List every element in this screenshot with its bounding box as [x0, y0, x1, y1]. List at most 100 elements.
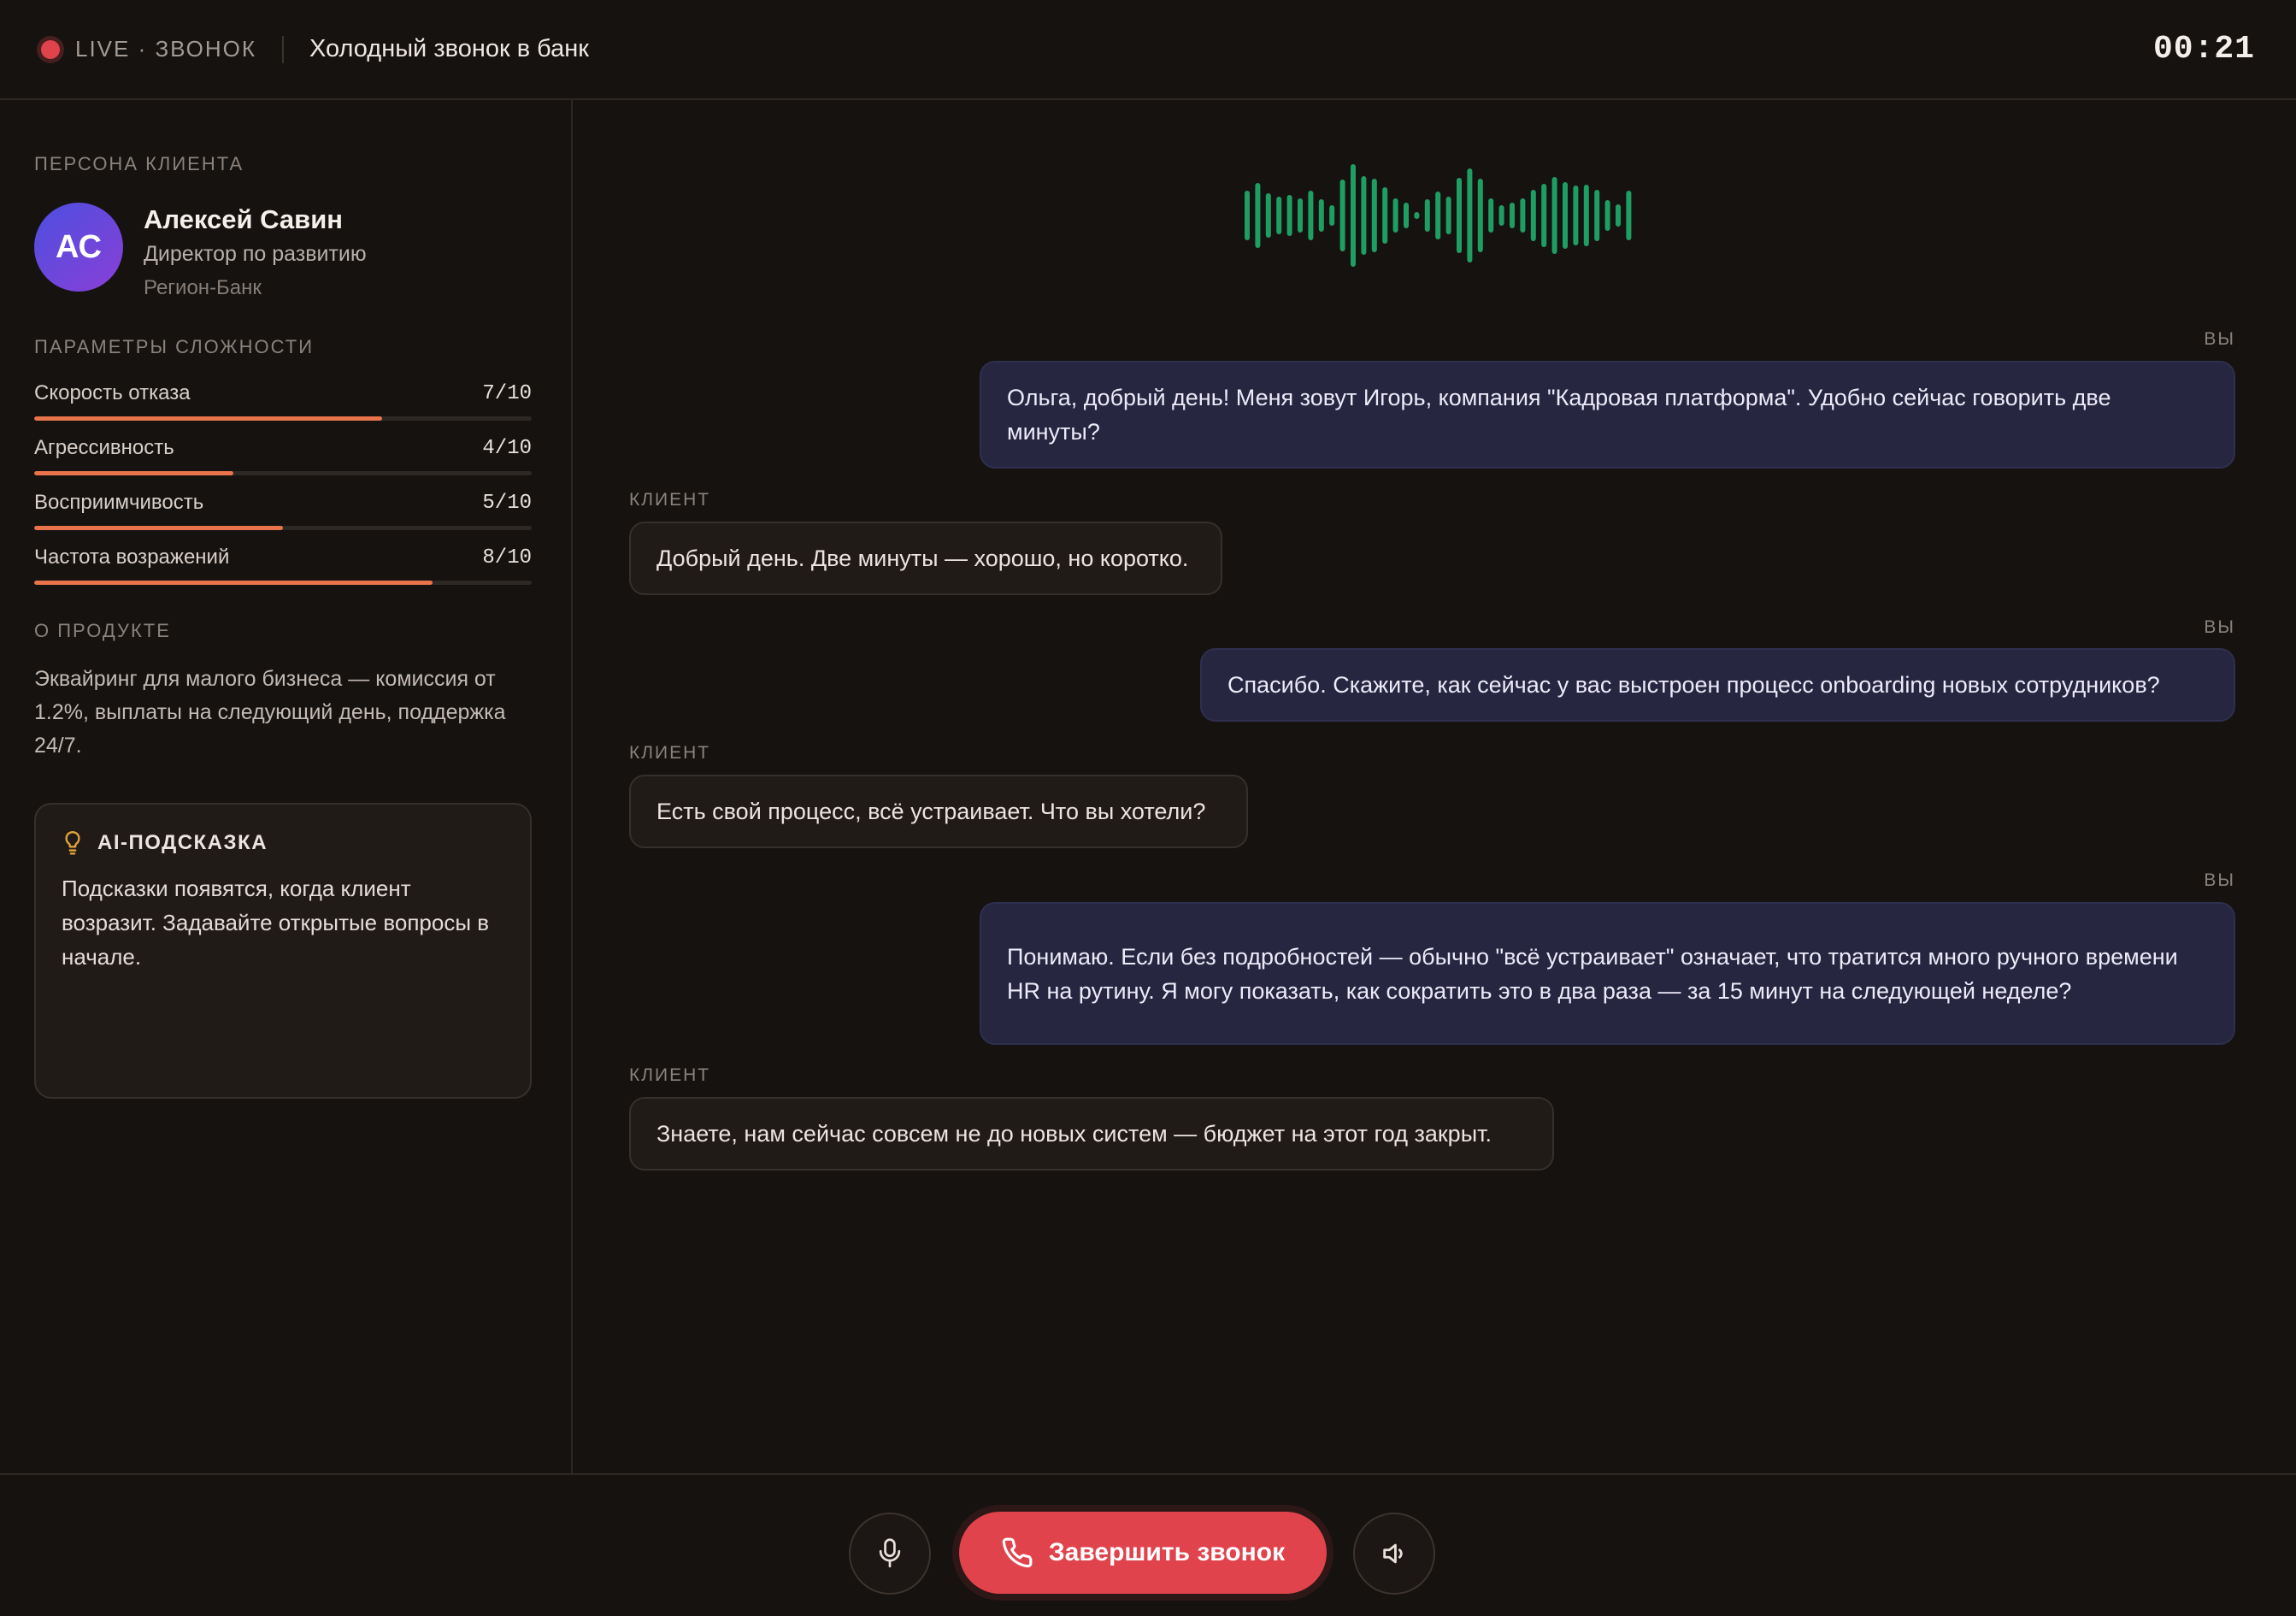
waveform-bar [1298, 198, 1303, 233]
live-indicator-icon [41, 39, 60, 59]
param-bar-track [34, 581, 532, 585]
waveform-bar [1286, 195, 1292, 236]
param-item: Агрессивность 4/10 [34, 433, 532, 488]
mute-mic-button[interactable] [849, 1513, 931, 1595]
param-item: Восприимчивость 5/10 [34, 488, 532, 543]
param-name: Агрессивность [34, 436, 174, 459]
params-heading: ПАРАМЕТРЫ СЛОЖНОСТИ [34, 336, 315, 357]
waveform-bar [1573, 186, 1579, 245]
param-value: 4/10 [482, 436, 532, 460]
persona-card: АС Алексей Савин Директор по развитию Ре… [34, 203, 367, 305]
waveform-bar [1265, 193, 1271, 238]
end-call-label: Завершить звонок [1048, 1538, 1286, 1566]
waveform-bar [1530, 190, 1536, 241]
persona-company: Регион-Банк [144, 276, 262, 299]
end-call-button[interactable]: Завершить звонок [959, 1512, 1327, 1594]
waveform-bar [1445, 197, 1451, 234]
sidebar: ПЕРСОНА КЛИЕНТА АС Алексей Савин Директо… [0, 100, 573, 1473]
param-name: Частота возражений [34, 546, 230, 569]
speaker-icon [1383, 1543, 1403, 1564]
param-item: Частота возражений 8/10 [34, 543, 532, 598]
waveform-bar [1435, 192, 1441, 239]
message-client: Добрый день. Две минуты — хорошо, но кор… [629, 522, 1222, 595]
waveform-bar [1245, 191, 1250, 240]
waveform-bar [1361, 176, 1367, 255]
param-value: 8/10 [482, 546, 532, 569]
waveform-bar [1616, 204, 1621, 227]
param-bar-track [34, 526, 532, 530]
header-divider [282, 35, 285, 63]
param-value: 5/10 [482, 491, 532, 515]
param-value: 7/10 [482, 381, 532, 405]
hint-title: AI-ПОДСКАЗКА [97, 831, 268, 854]
param-bar-fill [34, 526, 283, 530]
call-timer: 00:21 [2152, 31, 2255, 68]
persona-info: Алексей Савин Директор по развитию Регио… [144, 203, 367, 305]
conversation-panel: ВЫ Ольга, добрый день! Меня зовут Игорь,… [574, 100, 2296, 1473]
call-header: LIVE · ЗВОНОК Холодный звонок в банк 00:… [0, 0, 2296, 100]
waveform-bar [1255, 183, 1261, 248]
waveform-bar [1329, 205, 1335, 226]
param-item: Скорость отказа 7/10 [34, 379, 532, 433]
lightbulb-icon [65, 830, 80, 855]
waveform-bar [1477, 179, 1483, 252]
waveform-bar [1541, 184, 1547, 247]
audio-waveform [1245, 164, 1632, 267]
persona-heading: ПЕРСОНА КЛИЕНТА [34, 153, 244, 174]
waveform-bar [1318, 199, 1324, 232]
ai-hint-card: AI-ПОДСКАЗКА Подсказки появятся, когда к… [34, 803, 532, 1099]
param-bar-fill [34, 416, 383, 421]
microphone-icon [879, 1538, 901, 1568]
waveform-bar [1414, 212, 1420, 219]
phone-icon [1002, 1537, 1033, 1568]
call-title: Холодный звонок в банк [309, 35, 589, 62]
waveform-bar [1404, 203, 1409, 228]
waveform-bar [1351, 164, 1356, 267]
message-speaker-you: ВЫ [2204, 870, 2235, 890]
waveform-bar [1371, 179, 1377, 252]
param-name: Восприимчивость [34, 491, 204, 514]
waveform-bar [1424, 199, 1430, 232]
avatar: АС [34, 203, 123, 292]
call-controls: Завершить звонок [0, 1473, 2296, 1616]
waveform-bar [1308, 191, 1314, 240]
message-you: Понимаю. Если без подробностей — обычно … [980, 902, 2235, 1045]
waveform-bar [1626, 191, 1632, 240]
message-client: Знаете, нам сейчас совсем не до новых си… [629, 1097, 1554, 1171]
waveform-bar [1498, 205, 1504, 226]
message-you: Ольга, добрый день! Меня зовут Игорь, ко… [980, 361, 2235, 469]
message-you: Спасибо. Скажите, как сейчас у вас выстр… [1200, 648, 2235, 722]
product-heading: О ПРОДУКТЕ [34, 620, 171, 641]
waveform-bar [1457, 178, 1462, 253]
message-client: Есть свой процесс, всё устраивает. Что в… [629, 775, 1248, 848]
waveform-bar [1563, 182, 1568, 249]
live-label: LIVE · ЗВОНОК [75, 36, 257, 62]
param-name: Скорость отказа [34, 381, 191, 404]
waveform-bar [1392, 198, 1398, 233]
waveform-bar [1339, 180, 1345, 251]
waveform-bar [1551, 177, 1557, 254]
message-speaker-client: КЛИЕНТ [629, 1065, 711, 1085]
waveform-bar [1583, 185, 1589, 246]
waveform-bar [1467, 168, 1473, 262]
waveform-bar [1520, 198, 1526, 233]
waveform-bar [1276, 197, 1282, 234]
persona-name: Алексей Савин [144, 204, 344, 234]
product-description: Эквайринг для малого бизнеса — комиссия … [34, 667, 506, 758]
param-bar-track [34, 416, 532, 421]
persona-role: Директор по развитию [144, 242, 367, 266]
message-speaker-client: КЛИЕНТ [629, 743, 711, 763]
waveform-bar [1382, 187, 1388, 244]
difficulty-params: Скорость отказа 7/10 Агрессивность 4/10 … [34, 379, 532, 598]
waveform-bar [1488, 198, 1494, 233]
speaker-button[interactable] [1353, 1513, 1435, 1595]
waveform-bar [1594, 190, 1600, 241]
param-bar-fill [34, 471, 233, 475]
message-speaker-you: ВЫ [2204, 329, 2235, 349]
message-speaker-client: КЛИЕНТ [629, 490, 711, 510]
waveform-bar [1604, 200, 1610, 231]
hint-text: Подсказки появятся, когда клиент возрази… [62, 876, 490, 970]
param-bar-track [34, 471, 532, 475]
message-speaker-you: ВЫ [2204, 617, 2235, 637]
waveform-bar [1510, 203, 1515, 228]
